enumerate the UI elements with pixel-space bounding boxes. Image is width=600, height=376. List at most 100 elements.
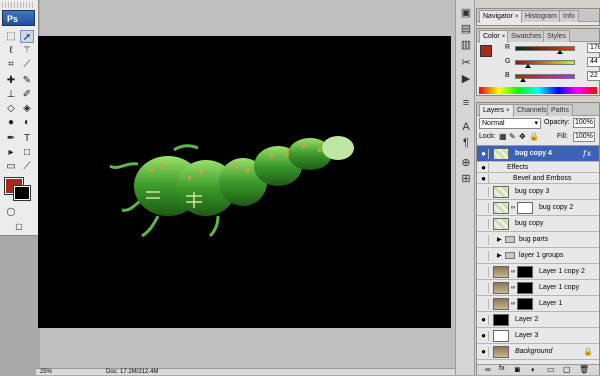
tab-navigator[interactable]: Navigator × [479,10,523,23]
brushes-icon[interactable]: ▣ [459,6,473,20]
new-group-icon[interactable]: ▭ [547,365,555,374]
blue-value[interactable]: 22 [587,71,600,81]
tab-channels[interactable]: Channels [513,104,551,116]
close-icon[interactable]: × [502,34,506,40]
eye-slot[interactable] [479,251,489,261]
tab-layers[interactable]: Layers × [479,104,514,117]
layer-mask-thumbnail[interactable] [517,266,533,278]
background-color-swatch[interactable] [13,185,31,201]
eye-slot[interactable] [479,299,489,309]
history-brush-icon[interactable]: ✐ [20,88,34,101]
tab-styles[interactable]: Styles [543,30,571,42]
expand-triangle-icon[interactable]: ▶ [497,236,502,243]
lock-transparency-icon[interactable]: ▦ [499,132,507,141]
layer-row[interactable]: ∞ Layer 1 copy [477,280,599,296]
trash-icon[interactable]: 🗑 [579,365,589,374]
eye-icon[interactable]: ● [479,163,489,172]
blend-mode-select[interactable]: Normal ▾ [479,118,541,129]
color-fg-swatch[interactable] [480,45,492,57]
blur-icon[interactable]: ● [4,116,18,129]
eye-icon[interactable]: ● [479,174,489,183]
eye-slot[interactable] [479,187,489,197]
magic-wand-icon[interactable]: ⚚ [20,44,34,57]
toolbox-grip[interactable] [2,2,35,8]
layer-row[interactable]: ● Layer 3 [477,328,599,344]
layer-row[interactable]: ● Background 🔒 [477,344,599,360]
lock-paint-icon[interactable]: ✎ [509,132,516,141]
tab-color[interactable]: Color × [479,30,510,43]
fill-field[interactable]: 100% [573,132,595,142]
paragraph-icon[interactable]: ¶ [459,136,473,150]
layer-row[interactable]: bug copy 3 [477,184,599,200]
tab-swatches[interactable]: Swatches [507,30,546,42]
layer-mask-thumbnail[interactable] [517,298,533,310]
lock-position-icon[interactable]: ✥ [519,132,526,141]
screen-mode-icon[interactable]: ▢ [12,220,26,233]
layer-effect-row[interactable]: ● Bevel and Emboss [477,173,599,184]
close-icon[interactable]: × [506,108,510,114]
blue-slider-knob[interactable] [520,78,526,82]
eyedropper-icon[interactable]: ⟋ [20,160,34,173]
info-icon[interactable]: ⊞ [459,172,473,186]
layer-row[interactable]: ∞ Layer 1 [477,296,599,312]
eye-icon[interactable]: ● [479,315,489,325]
close-icon[interactable]: × [515,14,519,20]
layer-group-row[interactable]: ▶ bug parts [477,232,599,248]
shape-icon[interactable]: □ [20,146,34,159]
tab-paths[interactable]: Paths [547,104,573,116]
lock-all-icon[interactable]: 🔒 [529,132,539,141]
layer-row[interactable]: ● Layer 2 [477,312,599,328]
layer-row[interactable]: bug copy [477,216,599,232]
move-icon[interactable]: ➚ [20,30,34,43]
eye-slot[interactable] [479,267,489,277]
eye-slot[interactable] [479,235,489,245]
mask-icon[interactable]: ◙ [515,365,520,374]
tab-info[interactable]: Info [559,10,579,22]
eye-icon[interactable]: ● [479,347,489,357]
tab-histogram[interactable]: Histogram [521,10,561,22]
quick-mask-icon[interactable]: ◯ [4,205,18,218]
red-value[interactable]: 178 [587,43,600,53]
layer-row[interactable]: ∞ bug copy 2 [477,200,599,216]
red-slider-knob[interactable] [557,50,563,54]
layer-mask-thumbnail[interactable] [517,202,533,214]
adjustment-layer-icon[interactable]: ◐ [531,365,536,374]
actions-icon[interactable]: ▶ [459,72,473,86]
history-icon[interactable]: ≡ [459,96,473,110]
tool-presets-icon[interactable]: ▤ [459,22,473,36]
lasso-icon[interactable]: ℓ [4,44,18,57]
slice-icon[interactable]: ⟋ [20,58,34,71]
layer-effects-row[interactable]: ● Effects [477,162,599,173]
paint-bucket-icon[interactable]: ◈ [20,102,34,115]
healing-brush-icon[interactable]: ✚ [4,74,18,87]
new-layer-icon[interactable]: ▢ [563,365,571,374]
fx-icon[interactable]: fx [499,365,504,372]
clone-stamp-icon[interactable]: ⊥ [4,88,18,101]
green-slider-knob[interactable] [525,64,531,68]
notes-icon[interactable]: ▭ [4,160,18,173]
layer-row[interactable]: ∞ Layer 1 copy 2 [477,264,599,280]
eye-slot[interactable] [479,203,489,213]
eye-icon[interactable]: ● [479,331,489,341]
layer-comps-icon[interactable]: ▥ [459,38,473,52]
clone-source-icon[interactable]: ⊕ [459,156,473,170]
dodge-icon[interactable]: ◐ [20,116,34,129]
eye-slot[interactable] [479,283,489,293]
pen-icon[interactable]: ✒ [4,132,18,145]
eraser-icon[interactable]: ◇ [4,102,18,115]
character-icon[interactable]: A [459,120,473,134]
tools-options-icon[interactable]: ✂ [459,56,473,70]
layer-group-row[interactable]: ▶ layer 1 groups [477,248,599,264]
fx-icon[interactable]: ƒx [583,149,591,158]
eye-icon[interactable]: ● [479,149,489,159]
green-value[interactable]: 44 [587,57,600,67]
layer-mask-thumbnail[interactable] [517,282,533,294]
brush-icon[interactable]: ✎ [20,74,34,87]
path-select-icon[interactable]: ▸ [4,146,18,159]
crop-icon[interactable]: ⌗ [4,58,18,71]
document-canvas[interactable] [38,36,451,328]
type-icon[interactable]: T [20,132,34,145]
color-ramp[interactable] [479,87,597,94]
eye-slot[interactable] [479,219,489,229]
layer-row[interactable]: ● bug copy 4 ƒx [477,146,599,162]
